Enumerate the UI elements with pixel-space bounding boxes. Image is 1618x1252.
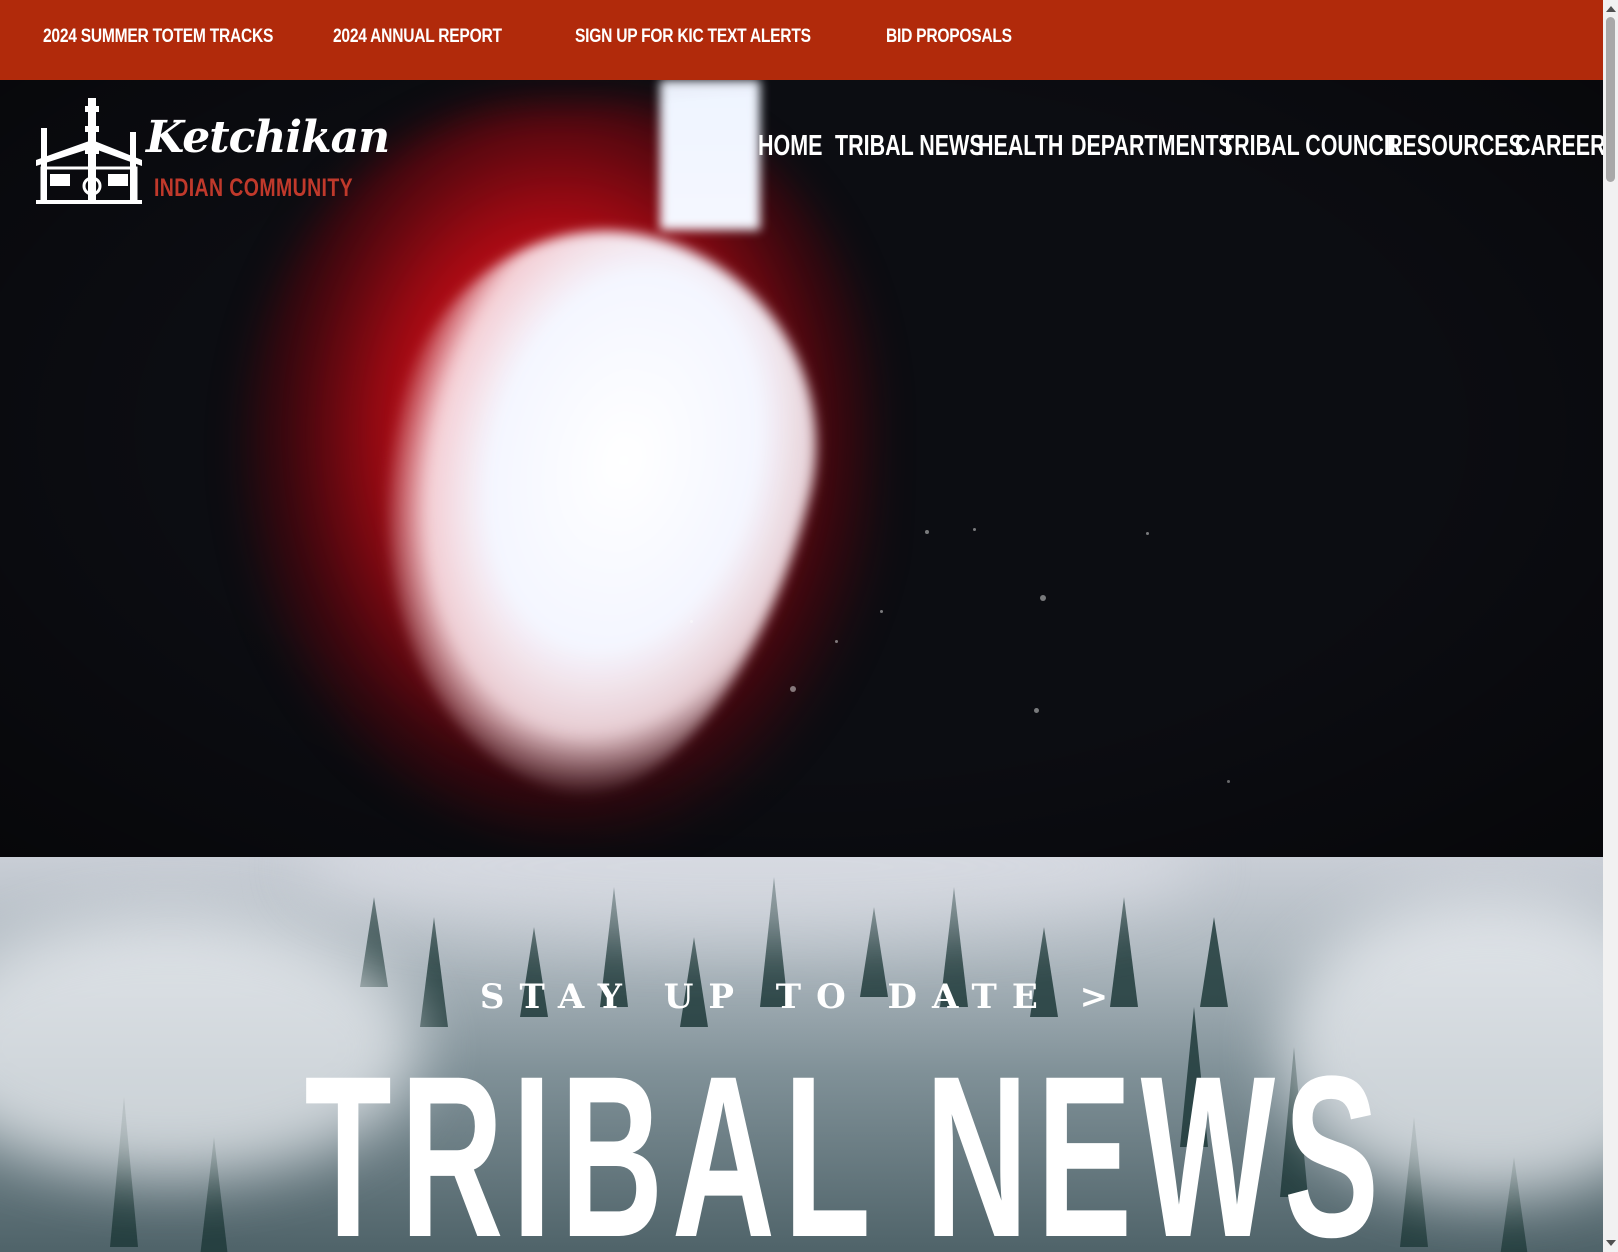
nav-item-health[interactable]: HEALTH	[978, 130, 1063, 163]
news-tagline-link[interactable]: STAY UP TO DATE >	[0, 977, 1603, 1017]
link-bid-proposals[interactable]: BID PROPOSALS	[886, 26, 1012, 48]
page: 2024 SUMMER TOTEM TRACKS 2024 ANNUAL REP…	[0, 0, 1618, 1252]
link-summer-totem-tracks[interactable]: 2024 SUMMER TOTEM TRACKS	[43, 26, 273, 48]
page-scrollbar[interactable]	[1603, 0, 1618, 1252]
nav-item-resources[interactable]: RESOURCES	[1387, 130, 1523, 163]
announcement-bar: 2024 SUMMER TOTEM TRACKS 2024 ANNUAL REP…	[0, 0, 1603, 80]
nav-item-home[interactable]: HOME	[758, 130, 822, 163]
news-heading: TRIBAL NEWS	[304, 1028, 1388, 1252]
scrollbar-thumb[interactable]	[1606, 17, 1615, 182]
scroll-up-arrow-icon[interactable]	[1606, 6, 1616, 12]
nav-item-tribal-news[interactable]: TRIBAL NEWS	[835, 130, 984, 163]
tribal-news-section: STAY UP TO DATE > TRIBAL NEWS	[0, 857, 1603, 1252]
nav-item-tribal-council[interactable]: TRIBAL COUNCIL	[1221, 130, 1403, 163]
main-nav: HOME TRIBAL NEWS HEALTH DEPARTMENTS TRIB…	[0, 130, 1618, 170]
link-text-alerts-signup[interactable]: SIGN UP FOR KIC TEXT ALERTS	[575, 26, 811, 48]
nav-item-departments[interactable]: DEPARTMENTS	[1071, 130, 1233, 163]
logo-subtitle: INDIAN COMMUNITY	[154, 174, 354, 202]
scroll-down-arrow-icon[interactable]	[1606, 1240, 1616, 1246]
link-annual-report[interactable]: 2024 ANNUAL REPORT	[333, 26, 502, 48]
